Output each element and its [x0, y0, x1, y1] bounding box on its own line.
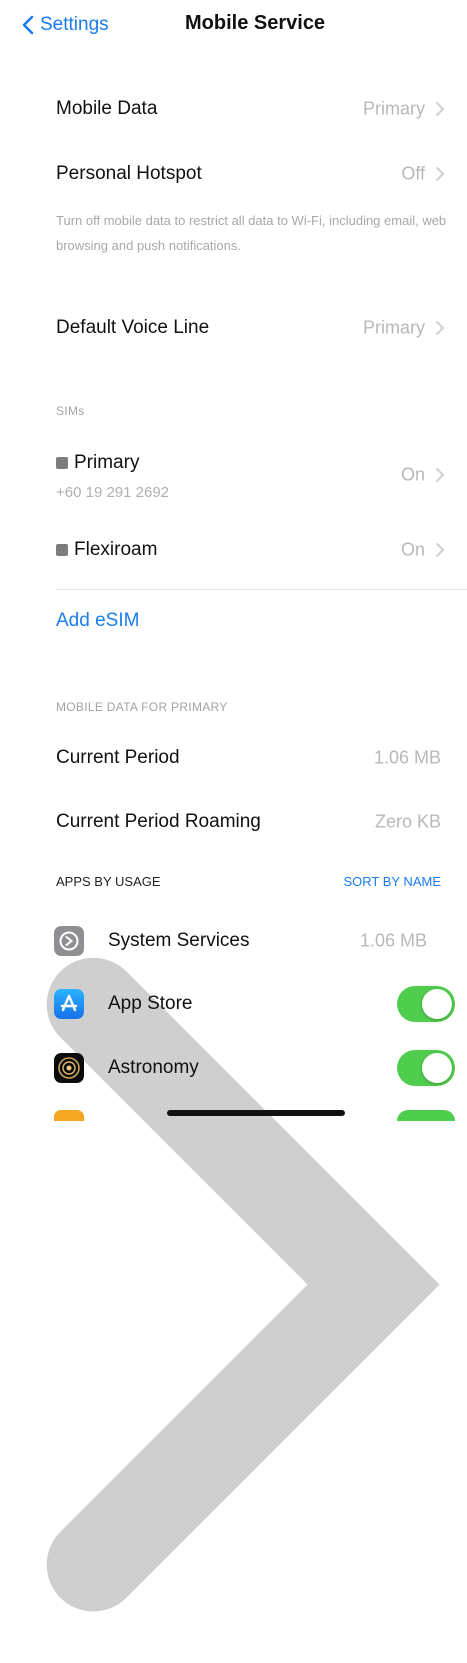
app-row-astronomy: Astronomy — [0, 1038, 467, 1098]
chevron-right-icon — [436, 102, 445, 116]
default-voice-line-label: Default Voice Line — [56, 317, 210, 338]
sort-by-name-button[interactable]: SORT BY NAME — [343, 874, 441, 889]
app-system-services-label: System Services — [108, 930, 250, 951]
chevron-left-icon — [22, 15, 34, 35]
app-icon-partial — [54, 1110, 84, 1121]
mobile-data-label: Mobile Data — [56, 98, 158, 119]
astronomy-label: Astronomy — [108, 1057, 199, 1078]
current-period-roaming-value: Zero KB — [374, 811, 441, 832]
mobile-data-row[interactable]: Mobile Data Primary — [0, 79, 467, 139]
toggle-knob — [422, 1053, 452, 1083]
current-period-label: Current Period — [56, 747, 180, 768]
divider — [56, 589, 467, 590]
sim-row-flexiroam[interactable]: Flexiroam On — [0, 520, 467, 580]
app-system-services-value: 1.06 MB — [359, 930, 427, 951]
back-button[interactable]: Settings — [22, 10, 109, 40]
sim-card-icon — [56, 457, 68, 469]
gear-icon — [54, 926, 84, 956]
mobile-data-value: Primary — [363, 98, 425, 119]
navigation-bar: Settings Mobile Service — [0, 0, 467, 56]
default-voice-line-value: Primary — [363, 317, 425, 338]
sim-primary-number: +60 19 291 2692 — [56, 484, 170, 501]
apps-by-usage-header: APPS BY USAGE — [56, 874, 161, 889]
app-store-label: App Store — [108, 993, 193, 1014]
sim-row-primary[interactable]: Primary +60 19 291 2692 On — [0, 440, 467, 510]
sim-flexiroam-label: Flexiroam — [74, 539, 158, 560]
mobile-data-primary-header: MOBILE DATA FOR PRIMARY — [56, 700, 228, 714]
chevron-right-icon — [436, 167, 445, 181]
app-row-system-services[interactable]: System Services 1.06 MB — [0, 911, 467, 1612]
toggle-partial[interactable] — [397, 1110, 455, 1121]
sim-primary-label-wrap: Primary — [56, 452, 139, 474]
chevron-right-icon — [436, 321, 445, 335]
sim-flexiroam-value: On — [400, 539, 425, 560]
home-indicator[interactable] — [167, 1110, 345, 1116]
chevron-right-icon — [436, 543, 445, 557]
toggle-knob — [422, 989, 452, 1019]
astronomy-icon — [54, 1053, 84, 1083]
chevron-right-icon — [436, 468, 445, 482]
sims-section-header: SIMs — [56, 404, 85, 418]
sim-primary-label: Primary — [74, 452, 140, 473]
page-title: Mobile Service — [185, 12, 326, 34]
personal-hotspot-value: Off — [401, 163, 425, 184]
default-voice-line-row[interactable]: Default Voice Line Primary — [0, 298, 467, 358]
app-store-icon — [54, 989, 84, 1019]
add-esim-link[interactable]: Add eSIM — [56, 610, 139, 632]
back-label: Settings — [40, 14, 109, 35]
mobile-data-footnote: Turn off mobile data to restrict all dat… — [56, 213, 447, 253]
sim-card-icon — [56, 544, 68, 556]
astronomy-toggle[interactable] — [397, 1050, 455, 1086]
sim-primary-value: On — [400, 464, 425, 485]
personal-hotspot-label: Personal Hotspot — [56, 163, 202, 184]
current-period-roaming-label: Current Period Roaming — [56, 811, 261, 832]
current-period-roaming-row: Current Period Roaming Zero KB — [0, 792, 467, 852]
current-period-value: 1.06 MB — [373, 747, 441, 768]
app-store-toggle[interactable] — [397, 986, 455, 1022]
current-period-row: Current Period 1.06 MB — [0, 728, 467, 788]
sim-flexiroam-label-wrap: Flexiroam — [56, 539, 157, 561]
app-row-app-store: App Store — [0, 974, 467, 1034]
personal-hotspot-row[interactable]: Personal Hotspot Off — [0, 144, 467, 204]
